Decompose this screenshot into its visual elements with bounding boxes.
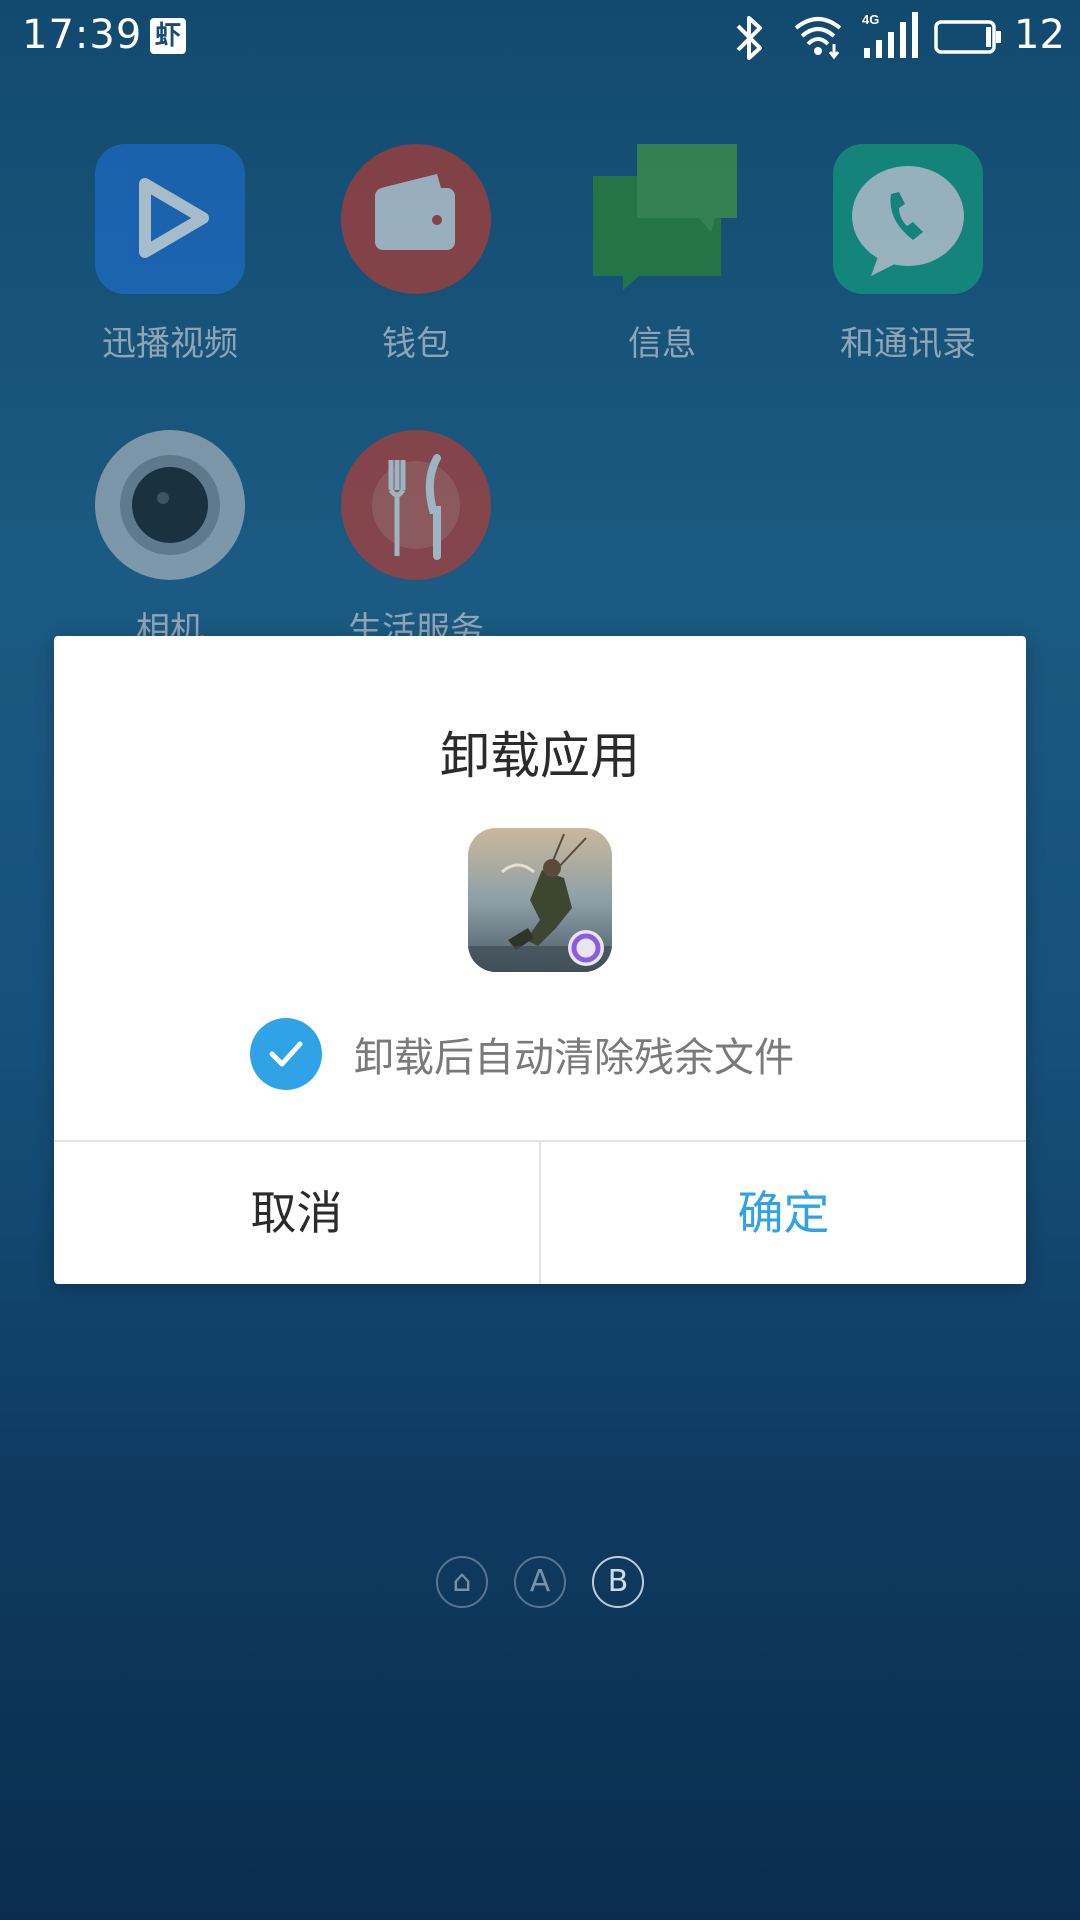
dialog-title: 卸载应用: [440, 727, 640, 785]
app-hetong-contacts[interactable]: 和通讯录: [808, 144, 1008, 365]
app-label: 钱包: [382, 324, 450, 364]
notification-app-icon: 虾: [150, 18, 186, 54]
page-indicator: ⌂ A B: [0, 1556, 1080, 1612]
app-messages[interactable]: 信息: [562, 144, 762, 365]
page-dot-b[interactable]: B: [592, 1556, 644, 1608]
app-life-services[interactable]: 生活服务: [316, 430, 516, 651]
wifi-icon: [794, 17, 842, 60]
battery-level: 12: [1014, 12, 1065, 58]
app-camera[interactable]: 相机: [70, 430, 270, 651]
chat-bubbles-icon: [587, 144, 745, 294]
fork-knife-icon: [341, 430, 491, 580]
cancel-button[interactable]: 取消: [54, 1142, 539, 1284]
app-xunbo-video[interactable]: 迅播视频: [70, 144, 270, 365]
page-dot-home[interactable]: ⌂: [436, 1556, 488, 1608]
checkbox-checked[interactable]: [250, 1018, 322, 1090]
clear-residual-files-option[interactable]: 卸载后自动清除残余文件: [250, 1018, 794, 1090]
confirm-button[interactable]: 确定: [541, 1142, 1026, 1284]
camera-icon: [95, 430, 245, 580]
game-app-icon: [468, 828, 612, 972]
app-wallet[interactable]: 钱包: [316, 144, 516, 365]
app-label: 迅播视频: [102, 324, 238, 364]
app-label: 信息: [628, 324, 696, 364]
network-type-label: 4G: [862, 12, 879, 27]
uninstall-dialog: 卸载应用 卸载后自动清除残余文件 取消 确定: [54, 636, 1026, 1284]
wallet-icon: [341, 144, 491, 294]
page-dot-a[interactable]: A: [514, 1556, 566, 1608]
status-time: 17:39: [22, 12, 143, 58]
bluetooth-icon: [736, 16, 762, 60]
battery-icon: [934, 20, 1001, 54]
checkmark-icon: [269, 1041, 303, 1067]
signal-strength-icon: 4G: [862, 12, 918, 58]
status-bar: 17:39 虾 4G 12: [0, 0, 1080, 76]
app-label: 和通讯录: [840, 324, 976, 364]
checkbox-label: 卸载后自动清除残余文件: [354, 1035, 794, 1081]
phone-bubble-icon: [833, 144, 983, 294]
play-icon: [95, 144, 245, 294]
